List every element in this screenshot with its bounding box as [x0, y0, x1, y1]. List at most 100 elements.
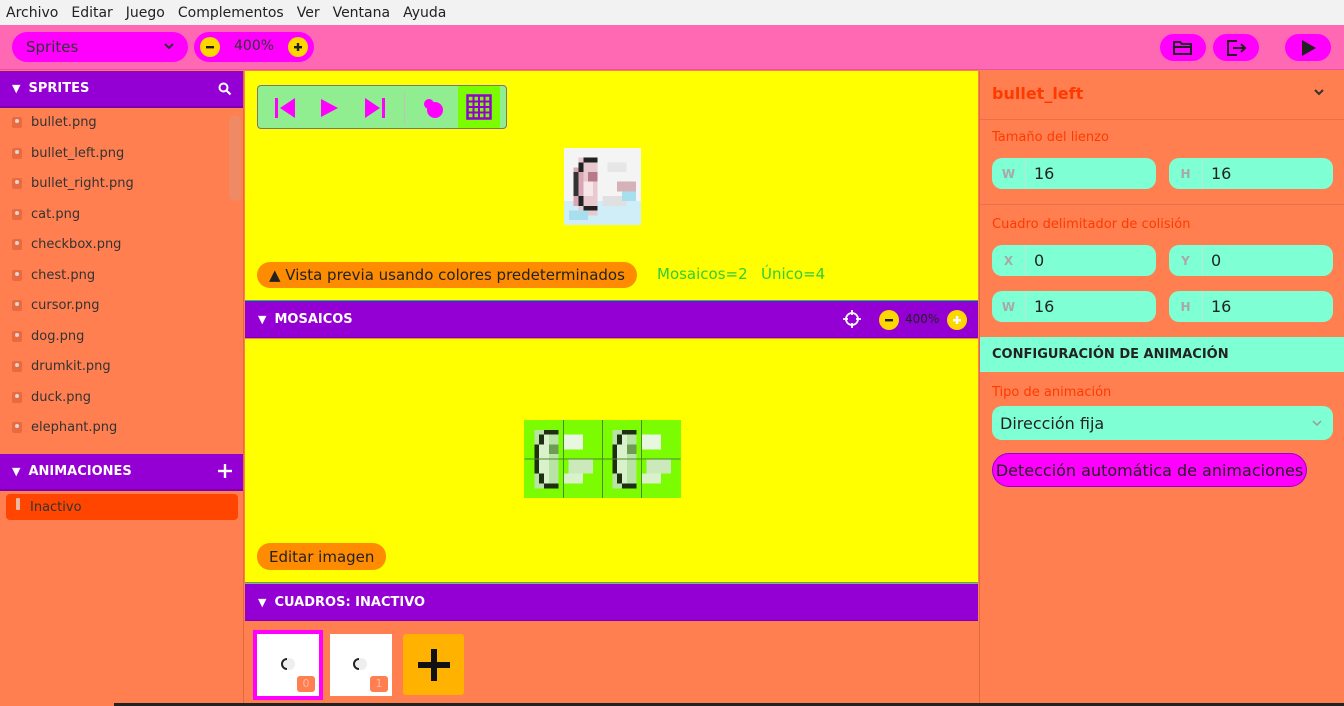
sprite-item[interactable]: bullet_right.png [12, 171, 134, 195]
animations-header[interactable]: ▼ ANIMACIONES [0, 454, 243, 491]
collision-x-field[interactable]: X 0 [992, 245, 1156, 276]
sprite-item[interactable]: duck.png [12, 385, 91, 409]
sprite-item-label: bullet_right.png [31, 175, 134, 191]
canvas-height-field[interactable]: H 16 [1169, 158, 1333, 189]
plus-icon [417, 648, 450, 681]
height-label: H [1169, 158, 1203, 189]
collision-box-label: Cuadro delimitador de colisión [992, 217, 1191, 232]
menu-editar[interactable]: Editar [71, 5, 112, 21]
zoom-in-button[interactable] [288, 37, 308, 57]
animation-type-label: Tipo de animación [992, 385, 1112, 400]
frame-image [281, 658, 295, 670]
sprite-item[interactable]: bullet_left.png [12, 141, 124, 165]
default-colors-warning[interactable]: ▲ Vista previa usando colores predetermi… [257, 262, 637, 288]
collapse-triangle-icon: ▼ [12, 82, 21, 95]
sprite-item[interactable]: cursor.png [12, 293, 100, 317]
chevron-down-icon [164, 43, 174, 50]
collapse-triangle-icon: ▼ [258, 595, 267, 609]
menu-complementos[interactable]: Complementos [178, 5, 284, 21]
width-label: W [992, 158, 1026, 189]
frame-thumbnail[interactable]: 1 [330, 634, 392, 696]
menu-juego[interactable]: Juego [126, 5, 165, 21]
zoom-out-button[interactable] [200, 37, 220, 57]
chevron-down-icon [1312, 420, 1322, 427]
sprite-preview-area: ▲ Vista previa usando colores predetermi… [245, 71, 978, 301]
width-label: W [992, 291, 1026, 322]
collapse-triangle-icon: ▼ [258, 312, 267, 326]
auto-detect-animations-button[interactable]: Detección automática de animaciones [992, 453, 1307, 487]
playback-toolbar [257, 85, 507, 129]
minus-icon [206, 46, 214, 49]
menu-ayuda[interactable]: Ayuda [403, 5, 446, 21]
collision-y-field[interactable]: Y 0 [1169, 245, 1333, 276]
mosaicos-zoom-in-button[interactable] [947, 310, 967, 330]
properties-panel: bullet_left Tamaño del lienzo W 16 H 16 … [979, 71, 1344, 706]
onion-skin-button[interactable] [419, 93, 449, 123]
add-frame-button[interactable] [403, 634, 464, 695]
height-label: H [1169, 291, 1203, 322]
image-file-icon [12, 238, 22, 250]
sprite-item-label: cat.png [31, 206, 81, 222]
section-select[interactable]: Sprites [12, 32, 188, 62]
search-icon[interactable] [218, 82, 232, 96]
mosaicos-header-label: MOSAICOS [274, 311, 353, 327]
zoom-level: 400% [234, 38, 275, 54]
collision-width-field[interactable]: W 16 [992, 291, 1156, 322]
sprite-item-label: elephant.png [31, 419, 118, 435]
frame-image [353, 658, 367, 670]
image-file-icon [12, 330, 22, 342]
frame-thumbnail[interactable]: 0 [253, 630, 323, 700]
mosaicos-header[interactable]: ▼ MOSAICOS 400% [245, 301, 978, 338]
skip-end-icon [365, 98, 385, 118]
sprite-list: bullet.png bullet_left.png bullet_right.… [0, 110, 244, 442]
sprite-item[interactable]: checkbox.png [12, 232, 121, 256]
animation-type-select[interactable]: Dirección fija [992, 406, 1333, 440]
image-file-icon [12, 360, 22, 372]
edit-image-button[interactable]: Editar imagen [257, 543, 387, 570]
first-frame-button[interactable] [270, 93, 300, 123]
mosaicos-zoom-out-button[interactable] [879, 310, 899, 330]
image-file-icon [12, 116, 22, 128]
onion-skin-icon [424, 99, 443, 118]
sprite-item[interactable]: chest.png [12, 263, 95, 287]
frames-area: 0 1 [245, 622, 978, 706]
play-icon [1302, 39, 1316, 56]
collision-height-field[interactable]: H 16 [1169, 291, 1333, 322]
animation-item[interactable]: Inactivo [6, 494, 238, 520]
chevron-down-icon[interactable] [1312, 85, 1326, 99]
drag-handle-icon[interactable] [16, 498, 20, 510]
toolbar-separator [404, 92, 405, 124]
run-button[interactable] [1285, 34, 1331, 61]
export-button[interactable] [1213, 34, 1259, 61]
crosshair-icon[interactable] [843, 310, 861, 328]
sprite-item-label: duck.png [31, 389, 92, 405]
image-file-icon [12, 269, 22, 281]
frames-header[interactable]: ▼ CUADROS: INACTIVO [245, 584, 978, 621]
grid-toggle-button[interactable] [458, 86, 500, 128]
last-frame-button[interactable] [360, 93, 390, 123]
plus-icon [294, 43, 302, 51]
menu-bar: Archivo Editar Juego Complementos Ver Ve… [0, 0, 1344, 25]
menu-archivo[interactable]: Archivo [6, 5, 58, 21]
canvas-width-field[interactable]: W 16 [992, 158, 1156, 189]
sprite-item[interactable]: cat.png [12, 202, 80, 226]
sprites-header[interactable]: ▼ SPRITES [0, 71, 243, 108]
sprite-item[interactable]: elephant.png [12, 415, 117, 439]
play-animation-button[interactable] [314, 93, 344, 123]
canvas-size-label: Tamaño del lienzo [992, 130, 1109, 145]
sprite-item[interactable]: drumkit.png [12, 354, 111, 378]
animations-header-label: ANIMACIONES [28, 464, 132, 479]
divider [980, 119, 1344, 120]
export-icon [1227, 39, 1247, 56]
image-file-icon [12, 147, 22, 159]
tiles-count: Mosaicos=2 [657, 265, 748, 283]
sprite-item[interactable]: dog.png [12, 324, 84, 348]
menu-ver[interactable]: Ver [297, 5, 320, 21]
left-panel: ▼ SPRITES bullet.png bullet_left.png bul… [0, 71, 244, 706]
sprite-item-label: cursor.png [31, 297, 100, 313]
open-folder-button[interactable] [1160, 34, 1206, 61]
sprite-item[interactable]: bullet.png [12, 110, 97, 134]
menu-ventana[interactable]: Ventana [333, 5, 391, 21]
sprite-list-scrollbar[interactable] [229, 115, 241, 201]
plus-icon[interactable] [218, 464, 232, 478]
